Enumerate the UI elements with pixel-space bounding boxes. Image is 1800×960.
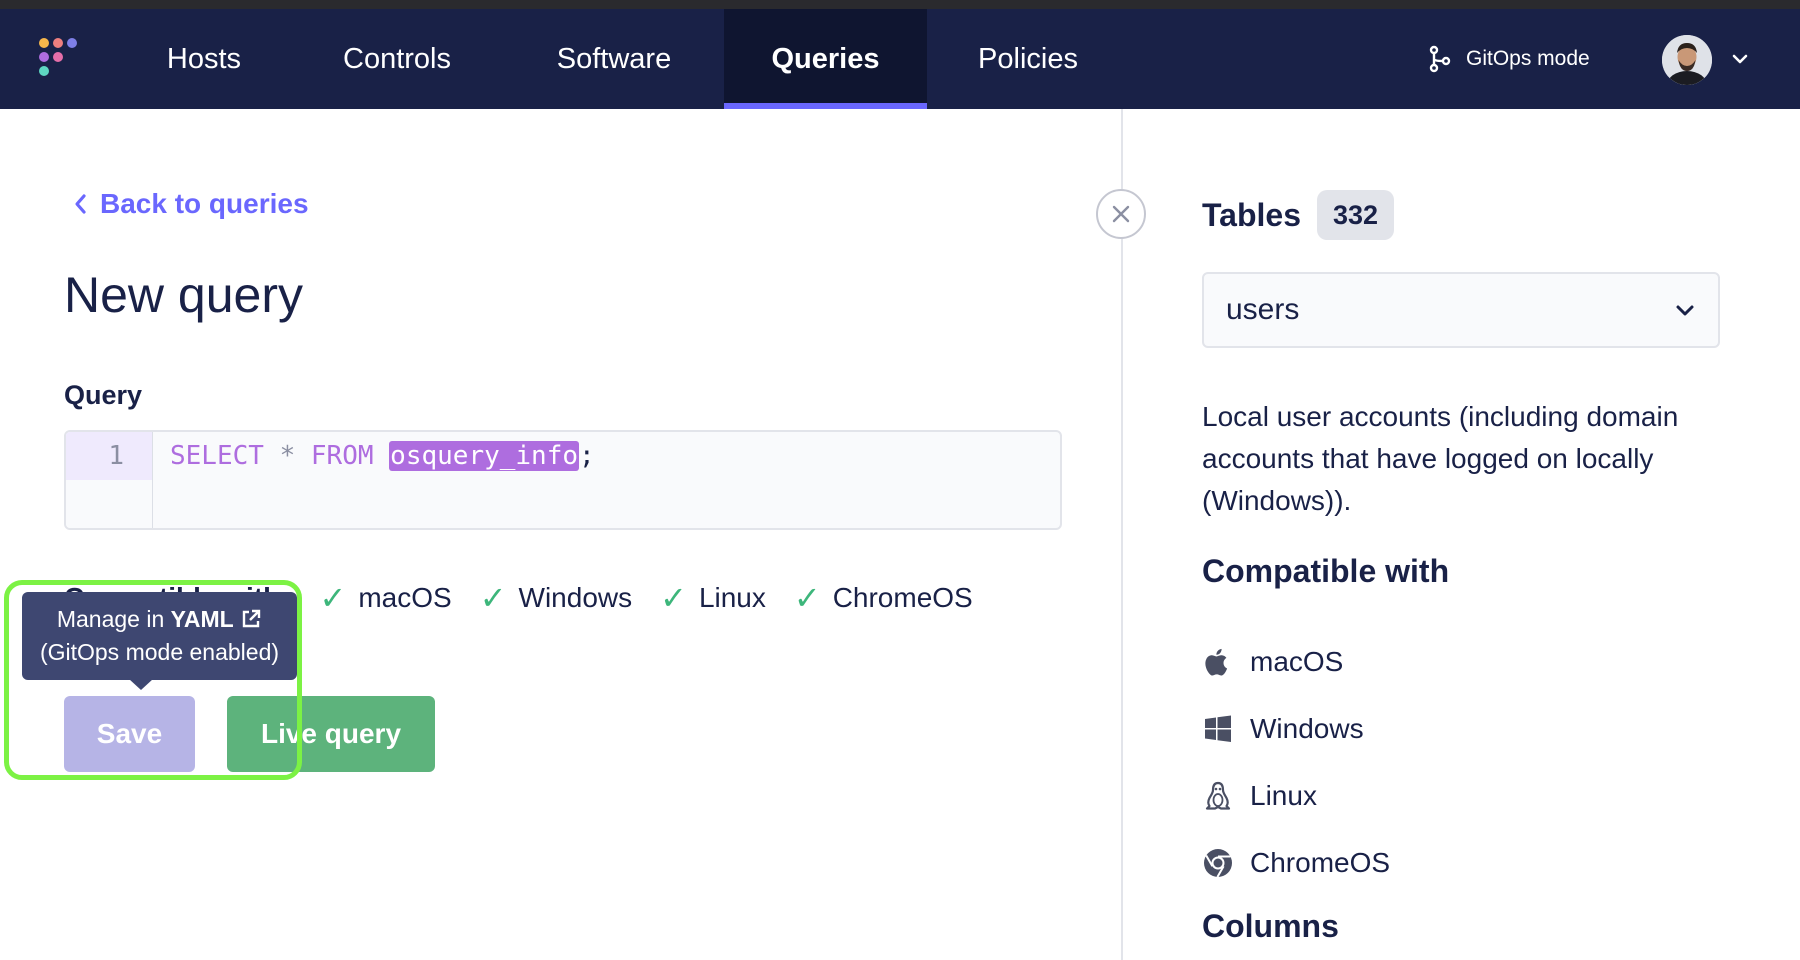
code-semicolon: ;: [579, 441, 595, 471]
close-icon: [1112, 205, 1130, 223]
code-operator: *: [279, 441, 296, 471]
linux-icon: [1205, 781, 1231, 810]
line-number: 1: [66, 432, 152, 480]
chevron-left-icon: [75, 194, 86, 214]
compat-macos-label: macOS: [358, 582, 452, 613]
tooltip-line-2: (GitOps mode enabled): [39, 639, 280, 665]
compatible-with-heading: Compatible with: [1202, 553, 1450, 589]
close-sidebar-button[interactable]: [1096, 189, 1146, 239]
check-icon: ✓: [793, 580, 821, 616]
user-avatar[interactable]: [1662, 35, 1712, 85]
page-title: New query: [64, 267, 303, 323]
compat-windows: ✓ Windows: [480, 579, 632, 617]
platform-linux-label: Linux: [1250, 779, 1317, 811]
platform-chromeos-label: ChromeOS: [1250, 846, 1391, 878]
tooltip-line-1: Manage in YAML: [22, 603, 297, 636]
top-navbar: Hosts Controls Software Queries Policies…: [0, 9, 1800, 109]
code-keyword-from: FROM: [310, 441, 374, 471]
compat-chromeos-label: ChromeOS: [832, 582, 973, 613]
chrome-icon: [1204, 848, 1232, 878]
external-link-icon[interactable]: [240, 608, 262, 630]
platform-windows-label: Windows: [1250, 712, 1364, 744]
nav-software[interactable]: Software: [534, 9, 694, 109]
window-top-strip: [0, 0, 1800, 9]
git-branch-icon: [1429, 45, 1451, 73]
tables-count-badge: 332: [1317, 190, 1395, 240]
platform-macos: macOS: [1202, 628, 1390, 695]
query-field-label: Query: [64, 380, 143, 410]
gitops-tooltip: Manage in YAML (GitOps mode enabled): [22, 592, 297, 690]
apple-icon: [1205, 648, 1228, 675]
platform-chromeos: ChromeOS: [1202, 829, 1390, 896]
back-link-label: Back to queries: [100, 188, 309, 219]
code-line[interactable]: SELECT * FROM osquery_info;: [170, 432, 595, 480]
platform-list: macOS Windows Linux ChromeOS: [1202, 628, 1390, 896]
compat-linux-label: Linux: [698, 582, 766, 613]
compat-windows-label: Windows: [518, 582, 633, 613]
tables-title: Tables: [1202, 196, 1301, 233]
gitops-mode-indicator: GitOps mode: [1428, 9, 1590, 109]
check-icon: ✓: [479, 580, 507, 616]
table-description: Local user accounts (including domain ac…: [1202, 401, 1679, 516]
nav-policies[interactable]: Policies: [960, 9, 1096, 109]
table-select-value: users: [1226, 293, 1300, 326]
platform-linux: Linux: [1202, 762, 1390, 829]
compat-chromeos: ✓ ChromeOS: [794, 579, 973, 617]
code-selected-table: osquery_info: [389, 441, 580, 471]
tooltip-prefix: Manage in: [56, 606, 165, 632]
chevron-down-icon[interactable]: [1730, 49, 1750, 69]
nav-queries[interactable]: Queries: [724, 9, 927, 109]
tooltip-yaml-link[interactable]: YAML: [171, 606, 234, 632]
compat-linux: ✓ Linux: [660, 579, 766, 617]
sql-editor[interactable]: 1 SELECT * FROM osquery_info;: [64, 430, 1062, 530]
back-to-queries-link[interactable]: Back to queries: [72, 188, 309, 220]
nav-controls[interactable]: Controls: [322, 9, 472, 109]
code-keyword-select: SELECT: [170, 441, 264, 471]
user-avatar-icon: [1662, 35, 1712, 85]
check-icon: ✓: [319, 580, 347, 616]
fleet-logo-icon[interactable]: [38, 37, 82, 81]
nav-hosts[interactable]: Hosts: [140, 9, 268, 109]
editor-gutter: 1: [66, 432, 153, 528]
windows-icon: [1205, 715, 1231, 742]
compat-macos: ✓ macOS: [320, 579, 452, 617]
platform-windows: Windows: [1202, 695, 1390, 762]
tables-header: Tables 332: [1202, 190, 1395, 240]
save-button[interactable]: Save: [64, 696, 195, 772]
columns-heading: Columns: [1202, 908, 1339, 944]
live-query-button[interactable]: Live query: [227, 696, 435, 772]
check-icon: ✓: [660, 580, 687, 616]
table-select-dropdown[interactable]: users: [1202, 272, 1720, 348]
platform-macos-label: macOS: [1250, 645, 1344, 677]
chevron-down-icon: [1676, 305, 1694, 316]
gitops-label: GitOps mode: [1466, 47, 1590, 70]
